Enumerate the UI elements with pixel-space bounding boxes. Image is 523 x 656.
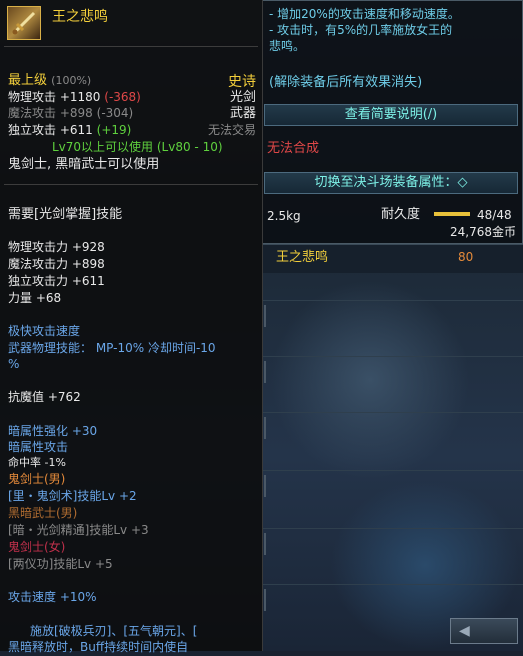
magic-attack-diff: (-304): [96, 106, 134, 120]
phys-attack-label: 物理攻击: [8, 90, 57, 104]
item-name: 王之悲鸣: [52, 9, 108, 25]
class-bonus-title: 鬼剑士(女): [8, 540, 66, 554]
dark-enhance: 暗属性强化 +30: [8, 424, 98, 438]
indep-attack-row: 独立攻击 +611 (+19): [8, 123, 131, 139]
skill-effect-text: 施放[破极兵刃]、[五气朝元]、[: [30, 624, 198, 638]
level-requirement: Lv70以上可以使用 (Lv80 - 10): [52, 140, 223, 154]
price-value: 24,768金币: [450, 225, 516, 239]
effect-desc-3: 悲鸣。: [269, 39, 306, 53]
indep-attack-label: 独立攻击: [8, 123, 57, 137]
class-bonus-skill: [暗・光剑精通]技能Lv +3: [8, 523, 149, 537]
item-icon: [7, 6, 41, 40]
anti-magic-value: 抗魔值 +762: [8, 390, 81, 404]
divider: [4, 46, 258, 47]
trade-status: 无法交易: [207, 123, 256, 137]
weight-value: 2.5kg: [267, 209, 301, 223]
effect-desc-1: - 增加20%的攻击速度和移动速度。: [269, 7, 460, 21]
list-slot-6[interactable]: [262, 584, 523, 615]
no-merge-label: 无法合成: [267, 141, 320, 156]
durability-bar: [434, 212, 470, 216]
list-item-name: 王之悲鸣: [276, 250, 329, 265]
weapon-skill-bonus: 武器物理技能： MP-10% 冷却时间-10: [8, 341, 216, 355]
item-type-1: 光剑: [229, 90, 256, 105]
view-desc-button[interactable]: 查看简要说明(/): [264, 104, 518, 126]
item-type-2: 武器: [229, 106, 256, 121]
durability-label: 耐久度: [381, 207, 421, 222]
list-slot-3[interactable]: [262, 412, 523, 443]
list-slot-5[interactable]: [262, 528, 523, 559]
prev-page-button[interactable]: ◀: [450, 618, 518, 644]
remove-note: (解除装备后所有效果消失): [269, 75, 423, 90]
durability-value: 48/48: [477, 208, 512, 222]
grade-percent: (100%): [51, 74, 92, 87]
list-slot-2[interactable]: [262, 356, 523, 387]
phys-attack-value: +1180: [59, 90, 101, 104]
phys-attack-diff: (-368): [104, 90, 141, 104]
list-item[interactable]: 王之悲鸣 80: [262, 244, 523, 273]
item-rarity: 史诗: [228, 74, 256, 90]
attack-speed-grade: 极快攻击速度: [8, 324, 81, 338]
stat-line: 独立攻击力 +611: [8, 274, 105, 288]
hit-rate: 命中率 -1%: [8, 456, 66, 469]
list-slot-1[interactable]: [262, 300, 523, 331]
attack-speed-bonus: 攻击速度 +10%: [8, 590, 97, 604]
grade-label: 最上级: [8, 73, 48, 88]
item-tooltip: 王之悲鸣 最上级 (100%) 史诗 物理攻击 +1180 (-368) 光剑 …: [0, 0, 263, 654]
phys-attack-row: 物理攻击 +1180 (-368): [8, 90, 141, 106]
weapon-skill-bonus-cont: %: [8, 357, 20, 371]
magic-attack-row: 魔法攻击 +898 (-304): [8, 106, 133, 122]
switch-pvp-button[interactable]: 切换至决斗场装备属性：◇: [264, 172, 518, 194]
class-bonus-skill: [里・鬼剑术]技能Lv +2: [8, 489, 137, 503]
indep-attack-value: +611: [59, 123, 93, 137]
stat-line: 物理攻击力 +928: [8, 240, 105, 254]
item-grade: 最上级 (100%): [8, 73, 91, 90]
skill-effect-text-cont: 黑暗释放时，Buff持续时间内使自: [8, 640, 189, 654]
class-bonus-title: 鬼剑士(男): [8, 472, 66, 486]
list-slot-4[interactable]: [262, 470, 523, 501]
list-item-level: 80: [458, 250, 474, 264]
class-bonus-title: 黑暗武士(男): [8, 506, 78, 520]
sword-icon: [12, 11, 36, 35]
dark-attack: 暗属性攻击: [8, 440, 69, 454]
magic-attack-value: +898: [59, 106, 93, 120]
stat-line: 魔法攻击力 +898: [8, 257, 105, 271]
stat-line: 力量 +68: [8, 291, 62, 305]
class-bonus-skill: [两仪功]技能Lv +5: [8, 557, 113, 571]
indep-attack-diff: (+19): [96, 123, 132, 137]
magic-attack-label: 魔法攻击: [8, 106, 57, 120]
skill-requirement: 需要[光剑掌握]技能: [8, 207, 123, 222]
class-requirement: 鬼剑士, 黑暗武士可以使用: [8, 157, 160, 172]
divider: [4, 184, 258, 185]
effect-desc-2: - 攻击时，有5%的几率施放女王的: [269, 23, 453, 37]
